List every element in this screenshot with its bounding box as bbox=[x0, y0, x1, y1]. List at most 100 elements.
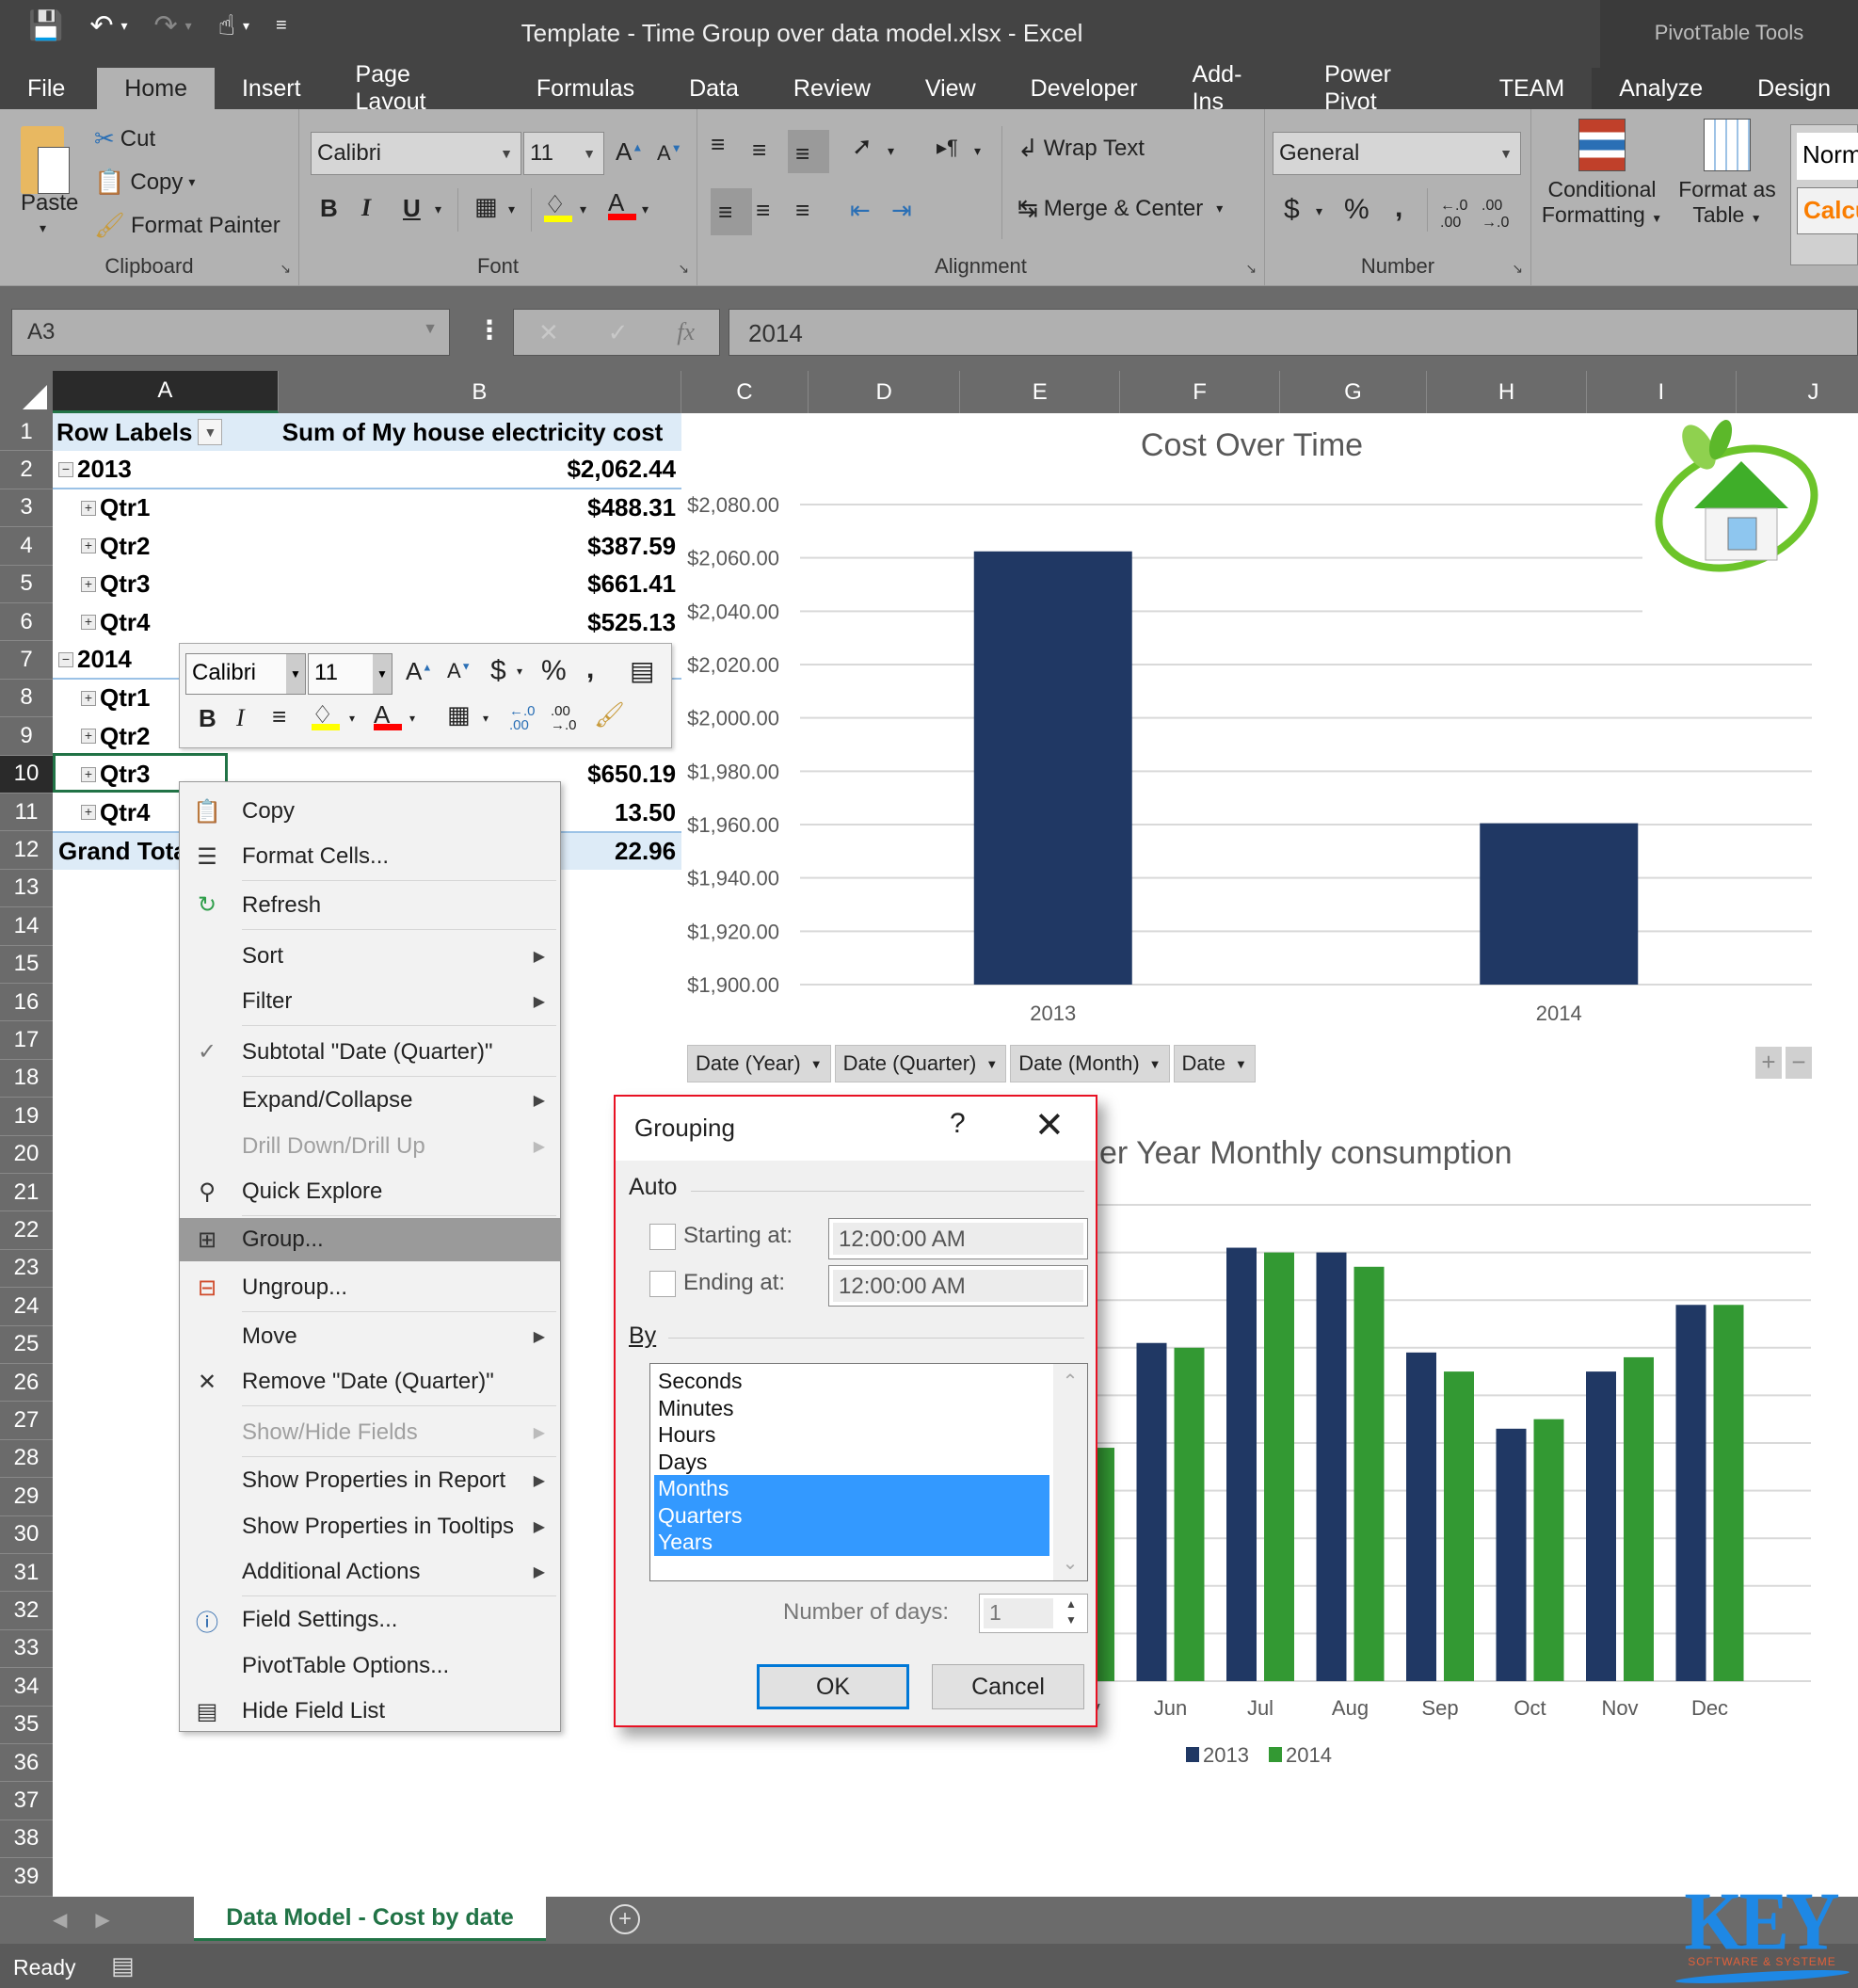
ending-at-input[interactable]: 12:00:00 AM bbox=[828, 1265, 1088, 1307]
format-painter-button[interactable]: 🖌 Format Painter bbox=[94, 211, 280, 240]
pivot-row-label[interactable]: −2013 bbox=[53, 451, 279, 489]
expand-icon[interactable]: + bbox=[81, 766, 96, 782]
tab-team[interactable]: TEAM bbox=[1472, 68, 1592, 109]
menu-item-show-properties-in-report[interactable]: Show Properties in Report ▶ bbox=[180, 1459, 560, 1502]
field-button-date-month[interactable]: Date (Month) ▼ bbox=[1010, 1045, 1170, 1082]
tab-file[interactable]: File bbox=[0, 68, 97, 109]
row-header-2[interactable]: 2 bbox=[0, 451, 53, 489]
alignment-launcher-icon[interactable]: ↘ bbox=[1245, 261, 1257, 277]
row-header-14[interactable]: 14 bbox=[0, 907, 53, 946]
name-box[interactable]: A3 ▼ bbox=[11, 309, 450, 356]
font-color-icon[interactable]: A bbox=[608, 188, 636, 220]
expand-icon[interactable]: + bbox=[81, 615, 96, 631]
paste-icon[interactable] bbox=[21, 126, 70, 194]
menu-item-field-settings[interactable]: ⓘ Field Settings... bbox=[180, 1598, 560, 1642]
row-header-31[interactable]: 31 bbox=[0, 1554, 53, 1593]
increase-indent-icon[interactable]: ⇥ bbox=[891, 196, 912, 225]
cut-button[interactable]: ✂ Cut bbox=[94, 124, 155, 153]
row-header-7[interactable]: 7 bbox=[0, 641, 53, 680]
tab-developer[interactable]: Developer bbox=[1003, 68, 1165, 109]
bar-nov-2013[interactable] bbox=[1586, 1371, 1616, 1681]
pivot-row-label[interactable]: + Qtr2 bbox=[53, 527, 279, 565]
mini-borders-icon[interactable]: ▦ bbox=[447, 700, 471, 729]
percent-button[interactable]: % bbox=[1344, 194, 1369, 226]
row-header-19[interactable]: 19 bbox=[0, 1098, 53, 1136]
row-header-37[interactable]: 37 bbox=[0, 1782, 53, 1820]
row-header-18[interactable]: 18 bbox=[0, 1060, 53, 1098]
tab-analyze[interactable]: Analyze bbox=[1592, 68, 1731, 109]
collapse-field-icon[interactable]: − bbox=[1786, 1047, 1812, 1079]
expand-icon[interactable]: + bbox=[81, 729, 96, 745]
sheet-tab-active[interactable]: Data Model - Cost by date bbox=[194, 1897, 546, 1941]
cancel-button[interactable]: Cancel bbox=[932, 1664, 1084, 1709]
ending-at-checkbox[interactable] bbox=[649, 1271, 676, 1297]
mini-decrease-decimal-icon[interactable]: .00 →.0 bbox=[551, 704, 577, 732]
row-header-5[interactable]: 5 bbox=[0, 566, 53, 603]
tab-insert[interactable]: Insert bbox=[215, 68, 328, 109]
column-header-i[interactable]: I bbox=[1587, 371, 1737, 413]
align-middle-icon[interactable]: ≡ bbox=[752, 136, 766, 165]
mini-fill-dropdown-icon[interactable]: ▾ bbox=[349, 712, 355, 725]
row-header-4[interactable]: 4 bbox=[0, 527, 53, 566]
row-header-9[interactable]: 9 bbox=[0, 717, 53, 756]
menu-item-show-hide-fields[interactable]: Show/Hide Fields ▶ bbox=[180, 1411, 560, 1454]
bar-jun-2014[interactable] bbox=[1174, 1347, 1205, 1681]
menu-item-drill-down-drill-up[interactable]: Drill Down/Drill Up ▶ bbox=[180, 1125, 560, 1168]
align-bottom-icon[interactable]: ≡ bbox=[788, 130, 829, 173]
font-launcher-icon[interactable]: ↘ bbox=[678, 261, 689, 277]
row-header-12[interactable]: 12 bbox=[0, 831, 53, 870]
row-header-30[interactable]: 30 bbox=[0, 1516, 53, 1554]
close-icon[interactable]: ✕ bbox=[1034, 1104, 1065, 1146]
fill-color-icon[interactable]: ♢ bbox=[544, 190, 572, 222]
bar-2014[interactable] bbox=[1480, 823, 1639, 985]
bar-dec-2013[interactable] bbox=[1675, 1305, 1706, 1681]
clipboard-launcher-icon[interactable]: ↘ bbox=[280, 261, 291, 277]
menu-item-group[interactable]: ⊞ Group... bbox=[180, 1218, 560, 1262]
pivot-row-value[interactable]: $661.41 bbox=[279, 566, 681, 603]
tab-design[interactable]: Design bbox=[1730, 68, 1858, 109]
mini-borders-dropdown-icon[interactable]: ▾ bbox=[483, 712, 489, 725]
mini-bold-button[interactable]: B bbox=[199, 704, 216, 733]
legend-item-2014[interactable]: 2014 bbox=[1269, 1743, 1332, 1767]
text-direction-dropdown-icon[interactable]: ▾ bbox=[974, 143, 981, 159]
expand-icon[interactable]: + bbox=[81, 538, 96, 554]
bar-sep-2013[interactable] bbox=[1406, 1352, 1436, 1681]
mini-increase-font-icon[interactable]: A▲ bbox=[406, 657, 432, 686]
mini-currency-dropdown-icon[interactable]: ▾ bbox=[517, 665, 522, 678]
confirm-entry-icon[interactable]: ✓ bbox=[608, 318, 629, 347]
row-header-23[interactable]: 23 bbox=[0, 1250, 53, 1289]
group-by-option-hours[interactable]: Hours bbox=[654, 1421, 1049, 1449]
field-button-date[interactable]: Date ▼ bbox=[1173, 1045, 1256, 1082]
row-header-33[interactable]: 33 bbox=[0, 1630, 53, 1669]
bar-aug-2014[interactable] bbox=[1353, 1266, 1385, 1681]
align-left-icon[interactable]: ≡ bbox=[711, 188, 752, 235]
align-center-icon[interactable]: ≡ bbox=[756, 196, 770, 225]
column-header-d[interactable]: D bbox=[809, 371, 961, 413]
scroll-down-icon[interactable]: ⌄ bbox=[1053, 1551, 1087, 1575]
increase-font-icon[interactable]: A▲ bbox=[616, 137, 643, 167]
row-header-34[interactable]: 34 bbox=[0, 1668, 53, 1707]
menu-item-hide-field-list[interactable]: ▤ Hide Field List bbox=[180, 1690, 560, 1733]
pivot-row-value[interactable]: $525.13 bbox=[279, 603, 681, 641]
menu-item-quick-explore[interactable]: ⚲ Quick Explore bbox=[180, 1170, 560, 1213]
ok-button[interactable]: OK bbox=[757, 1664, 909, 1709]
font-size-combo[interactable]: 11 ▼ bbox=[523, 132, 604, 175]
row-header-15[interactable]: 15 bbox=[0, 946, 53, 984]
tab-page-layout[interactable]: Page Layout bbox=[328, 61, 509, 115]
row-header-8[interactable]: 8 bbox=[0, 680, 53, 718]
sheet-nav-arrows[interactable]: ◀▶ bbox=[53, 1908, 138, 1932]
mini-currency-button[interactable]: $ bbox=[490, 655, 506, 687]
mini-format-painter-icon[interactable]: 🖌 bbox=[594, 700, 625, 729]
pivot-row-value[interactable]: $488.31 bbox=[279, 489, 681, 527]
starting-at-checkbox[interactable] bbox=[649, 1224, 676, 1250]
menu-item-move[interactable]: Move ▶ bbox=[180, 1315, 560, 1358]
collapse-icon[interactable]: − bbox=[58, 651, 73, 667]
mini-font-color-dropdown-icon[interactable]: ▾ bbox=[409, 712, 415, 725]
borders-icon[interactable]: ▦ bbox=[474, 192, 498, 221]
scroll-up-icon[interactable]: ⌃ bbox=[1053, 1370, 1087, 1393]
pivot-row-label[interactable]: + Qtr1 bbox=[53, 489, 279, 527]
insert-function-icon[interactable]: fx bbox=[677, 318, 695, 346]
bar-nov-2014[interactable] bbox=[1624, 1356, 1654, 1681]
row-header-38[interactable]: 38 bbox=[0, 1820, 53, 1859]
column-header-c[interactable]: C bbox=[681, 371, 809, 413]
